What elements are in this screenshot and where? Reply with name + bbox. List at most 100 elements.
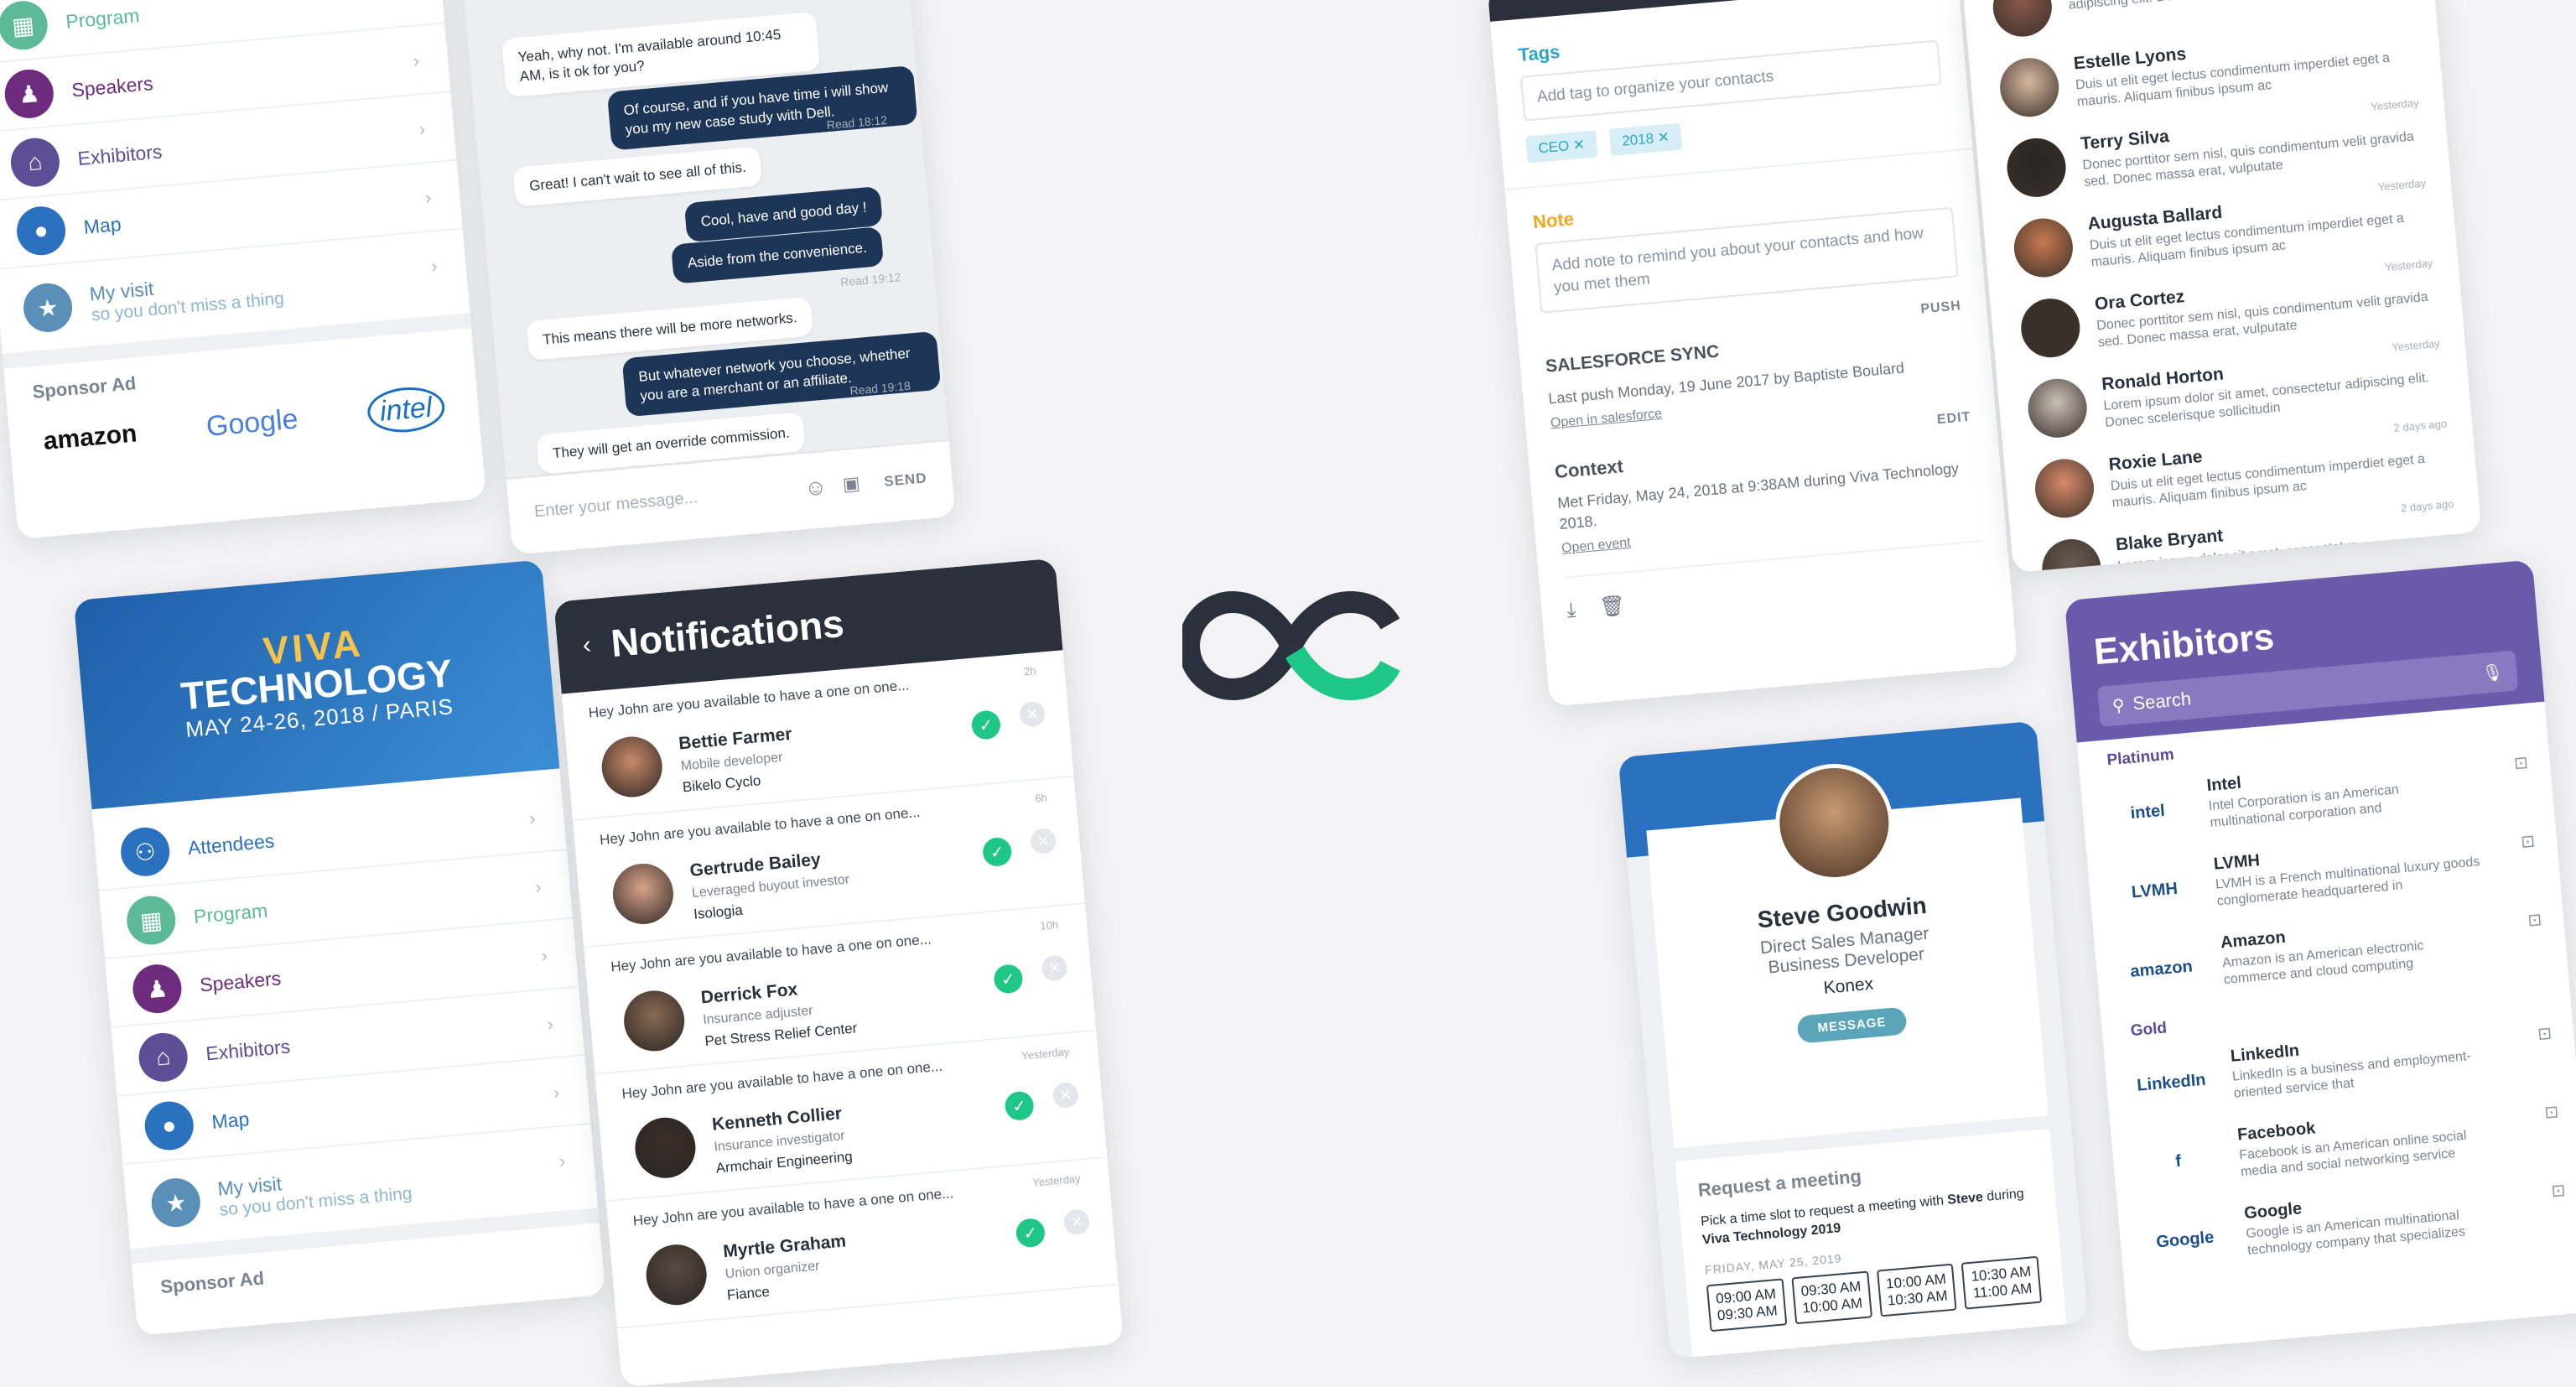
chevron-right-icon: › [423,186,433,209]
exhibitor-logo: LinkedIn [2136,1070,2207,1095]
menu-item-label: Exhibitors [205,1035,292,1064]
notification-name: Bettie Farmer [678,724,793,754]
tag-chip[interactable]: CEO ✕ [1525,130,1598,164]
exhibitor-logo: amazon [2129,956,2194,981]
bookmark-icon[interactable]: ⊡ [2520,830,2536,852]
chevron-right-icon: › [534,875,543,898]
received-message: Great! I can't wait to see all of this. [512,146,763,207]
decline-close-icon[interactable]: ✕ [1052,1081,1080,1109]
chevron-right-icon: › [528,808,537,829]
star-icon: ★ [21,281,75,335]
time-slot-button[interactable]: 10:30 AM 11:00 AM [1961,1255,2043,1310]
avatar [610,860,676,927]
store-icon: ⌂ [137,1031,190,1084]
notifications-title: Notifications [609,600,846,666]
send-button[interactable]: SEND [884,470,928,490]
menu-item-label: Exhibitors [76,139,164,169]
contact-name: Terry Silva [2080,126,2170,154]
bookmark-icon[interactable]: ⊡ [2527,909,2543,931]
request-meeting-panel: Request a meeting Pick a time slot to re… [1675,1128,2068,1359]
back-arrow-icon[interactable]: ‹ [581,631,592,660]
menu-item-label: Map [82,212,122,238]
chevron-right-icon: › [558,1150,567,1172]
avatar [2018,296,2083,361]
exhibitor-logo: intel [2129,801,2166,823]
notification-company: Bikelo Cyclo [682,772,762,796]
avatar [1997,55,2062,120]
avatar [621,988,688,1054]
amazon-logo[interactable]: amazon [42,419,138,456]
brand-logo-icon [1182,590,1400,701]
notification-time: Yesterday [1021,1045,1070,1062]
tag-chip[interactable]: 2018 ✕ [1609,122,1683,156]
calendar-icon: ▦ [0,0,50,52]
exhibitor-group-label: Gold [2129,1019,2168,1041]
exhibitor-name: LVMH [2212,851,2261,874]
chevron-right-icon: › [540,944,548,967]
time-slot-button[interactable]: 09:30 AM 10:00 AM [1791,1270,1872,1325]
store-icon: ⌂ [8,136,62,190]
accept-check-icon[interactable]: ✓ [970,709,1002,740]
notification-time: Yesterday [1031,1171,1082,1189]
message-input[interactable]: Enter your message... [533,488,699,522]
decline-close-icon[interactable]: ✕ [1041,954,1068,982]
accept-check-icon[interactable]: ✓ [981,836,1013,868]
menu-item-label: Program [192,898,269,927]
app-home-card: VIVA TECHNOLOGY MAY 24-26, 2018 / PARIS … [73,559,606,1336]
menu-item-label: Attendees [186,829,276,859]
message-button[interactable]: MESSAGE [1796,1006,1908,1044]
menu-item-label: Map [210,1107,251,1133]
exhibitor-name: Google [2243,1199,2303,1223]
speaker-icon: ♟ [131,962,184,1016]
avatar [632,1114,699,1181]
bookmark-icon[interactable]: ⊡ [2513,752,2529,774]
exhibitor-name: Amazon [2220,927,2287,953]
profile-panel: Steve Goodwin Direct Sales Manager Busin… [1646,759,2049,1149]
profile-card: Steve Goodwin Direct Sales Manager Busin… [1618,720,2089,1359]
avatar [2025,376,2090,440]
image-icon[interactable]: ▣ [842,472,861,496]
avatar [2012,216,2075,280]
avatar [2039,537,2104,574]
google-logo[interactable]: Google [205,403,299,444]
map-pin-icon: ● [14,204,68,257]
decline-close-icon[interactable]: ✕ [1018,700,1046,728]
notification-company: Isologia [693,901,744,922]
chevron-right-icon: › [552,1081,561,1104]
exhibitors-card: Exhibitors ⚲ Search 🎙 Platinum intel Intel… [2064,559,2576,1353]
emoji-icon[interactable]: ☺ [803,474,828,501]
notification-time: 2h [1023,664,1037,678]
decline-close-icon[interactable]: ✕ [1062,1208,1091,1236]
intel-logo[interactable]: intel [365,384,447,436]
bookmark-icon[interactable]: ⊡ [2543,1101,2560,1123]
time-slot-button[interactable]: 09:00 AM 09:30 AM [1706,1278,1788,1332]
notification-time: 6h [1034,791,1048,805]
avatar [1990,0,2054,39]
microphone-icon[interactable]: 🎙 [2481,661,2504,683]
accept-check-icon[interactable]: ✓ [992,963,1024,995]
app-menu-card: ▦Program›♟Speakers›⌂Exhibitors›●Map› ★ M… [0,0,486,540]
exhibitor-desc: Intel Corporation is an American multina… [2208,782,2400,830]
notification-company: Fiance [726,1283,771,1304]
time-slot-button[interactable]: 10:00 AM 10:30 AM [1876,1263,1958,1317]
bookmark-icon[interactable]: ⊡ [2551,1180,2567,1202]
notifications-card: ‹ Notifications Hey John are you availab… [553,558,1124,1387]
chevron-right-icon: › [430,255,439,277]
speaker-icon: ♟ [3,67,56,121]
trash-icon[interactable]: 🗑 [1598,595,1626,620]
exhibitor-logo: f [2174,1151,2182,1171]
search-placeholder: Search [2132,688,2193,714]
people-icon: ⚇ [118,825,172,879]
exhibitor-group-label: Platinum [2106,745,2175,770]
notification-role: Mobile developer [680,750,783,774]
exhibitor-name: LinkedIn [2230,1041,2300,1066]
bookmark-icon[interactable]: ⊡ [2537,1022,2553,1044]
accept-check-icon[interactable]: ✓ [1015,1217,1046,1249]
decline-close-icon[interactable]: ✕ [1030,827,1057,855]
avatar [2004,135,2069,200]
calendar-icon: ▦ [124,894,178,947]
accept-check-icon[interactable]: ✓ [1004,1090,1036,1122]
avatar [2033,456,2096,521]
chat-card: to meet?Read 14:26Yeah, why not. I'm ava… [461,0,956,555]
download-icon[interactable]: ⤓ [1566,599,1576,622]
